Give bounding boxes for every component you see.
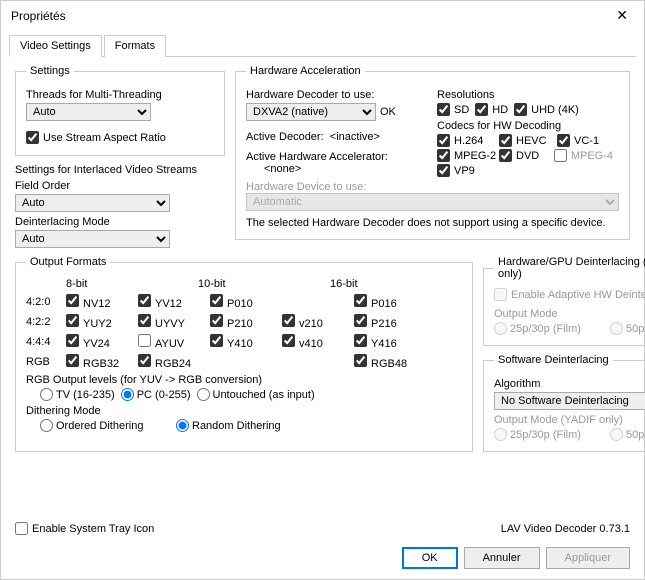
res-hd-checkbox[interactable]: HD: [475, 103, 508, 116]
footer: Enable System Tray Icon LAV Video Decode…: [1, 516, 644, 541]
tab-video-settings[interactable]: Video Settings: [9, 35, 102, 57]
version-label: LAV Video Decoder 0.73.1: [501, 523, 630, 535]
mpeg4-checkbox[interactable]: MPEG-4: [554, 149, 613, 162]
rgb-untouched-radio[interactable]: Untouched (as input): [197, 388, 315, 401]
field-order-select[interactable]: Auto: [15, 194, 170, 212]
p210-checkbox[interactable]: P210: [210, 314, 276, 330]
field-order-label: Field Order: [15, 180, 225, 192]
titlebar: Propriétés ✕: [1, 1, 644, 30]
yv24-checkbox[interactable]: YV24: [66, 334, 132, 350]
row-rgb-label: RGB: [26, 356, 66, 368]
row-444-label: 4:4:4: [26, 336, 66, 348]
random-dithering-radio[interactable]: Random Dithering: [176, 419, 281, 432]
output-formats-group: Output Formats 8-bit10-bit16-bit 4:2:0 N…: [15, 256, 473, 452]
gpu-output-mode-label: Output Mode: [494, 308, 645, 320]
row-422-label: 4:2:2: [26, 316, 66, 328]
apply-button[interactable]: Appliquer: [546, 547, 630, 569]
hw-accel-legend: Hardware Acceleration: [246, 65, 365, 77]
ordered-dithering-radio[interactable]: Ordered Dithering: [40, 419, 170, 432]
adaptive-hw-checkbox: Enable Adaptive HW Deinterlacing: [494, 288, 645, 301]
interlaced-heading: Settings for Interlaced Video Streams: [15, 164, 225, 176]
settings-group: Settings Threads for Multi-Threading Aut…: [15, 65, 225, 156]
sw-deint-group: Software Deinterlacing Algorithm No Soft…: [483, 354, 645, 452]
threads-select[interactable]: Auto: [26, 103, 151, 121]
tray-icon-checkbox[interactable]: Enable System Tray Icon: [15, 522, 154, 535]
yv12-checkbox[interactable]: YV12: [138, 294, 204, 310]
use-stream-ar-checkbox[interactable]: Use Stream Aspect Ratio: [26, 131, 166, 144]
active-decoder-label: Active Decoder:: [246, 131, 324, 143]
resolutions-label: Resolutions: [437, 89, 619, 101]
gpu-deint-legend: Hardware/GPU Deinterlacing (CUVID/QS onl…: [494, 256, 645, 280]
rgb32-checkbox[interactable]: RGB32: [66, 354, 132, 370]
sw-50p-radio: 50p/60p (Video): [610, 428, 645, 441]
threads-label: Threads for Multi-Threading: [26, 89, 214, 101]
v210-checkbox[interactable]: v210: [282, 314, 348, 330]
v410-checkbox[interactable]: v410: [282, 334, 348, 350]
cancel-button[interactable]: Annuler: [464, 547, 540, 569]
sw-deint-legend: Software Deinterlacing: [494, 354, 613, 366]
p010-checkbox[interactable]: P010: [210, 294, 276, 310]
nv12-checkbox[interactable]: NV12: [66, 294, 132, 310]
output-formats-legend: Output Formats: [26, 256, 110, 268]
rgb48-checkbox[interactable]: RGB48: [354, 354, 420, 370]
rgb24-checkbox[interactable]: RGB24: [138, 354, 204, 370]
vp9-checkbox[interactable]: VP9: [437, 164, 475, 177]
p016-checkbox[interactable]: P016: [354, 294, 420, 310]
y410-checkbox[interactable]: Y410: [210, 334, 276, 350]
yadif-output-mode-label: Output Mode (YADIF only): [494, 414, 645, 426]
sw-25p-radio: 25p/30p (Film): [494, 428, 604, 441]
rgb-levels-label: RGB Output levels (for YUV -> RGB conver…: [26, 374, 462, 386]
res-sd-checkbox[interactable]: SD: [437, 103, 469, 116]
dvd-checkbox[interactable]: DVD: [499, 149, 548, 162]
settings-legend: Settings: [26, 65, 74, 77]
hw-device-select: Automatic: [246, 193, 619, 211]
y416-checkbox[interactable]: Y416: [354, 334, 420, 350]
gpu-25p-radio: 25p/30p (Film): [494, 322, 604, 335]
close-icon[interactable]: ✕: [610, 7, 634, 24]
active-decoder-value: <inactive>: [330, 131, 380, 143]
ok-button[interactable]: OK: [402, 547, 458, 569]
hw-device-note: The selected Hardware Decoder does not s…: [246, 217, 619, 229]
hw-decoder-ok: OK: [380, 106, 396, 118]
properties-window: Propriétés ✕ Video Settings Formats Sett…: [0, 0, 645, 580]
active-accel-value: <none>: [264, 163, 427, 175]
hw-decoder-select[interactable]: DXVA2 (native): [246, 103, 376, 121]
dithering-label: Dithering Mode: [26, 405, 462, 417]
deint-mode-label: Deinterlacing Mode: [15, 216, 225, 228]
codecs-label: Codecs for HW Decoding: [437, 120, 619, 132]
uyvy-checkbox[interactable]: UYVY: [138, 314, 204, 330]
tab-strip: Video Settings Formats: [9, 34, 636, 57]
yuy2-checkbox[interactable]: YUY2: [66, 314, 132, 330]
bit-depth-headers: 8-bit10-bit16-bit: [66, 278, 462, 290]
vc1-checkbox[interactable]: VC-1: [557, 134, 599, 147]
mpeg2-checkbox[interactable]: MPEG-2: [437, 149, 493, 162]
dialog-buttons: OK Annuler Appliquer: [1, 541, 644, 579]
hevc-checkbox[interactable]: HEVC: [499, 134, 551, 147]
ayuv-checkbox[interactable]: AYUV: [138, 334, 204, 350]
tab-content: Settings Threads for Multi-Threading Aut…: [1, 57, 644, 516]
window-title: Propriétés: [11, 9, 66, 23]
hw-device-label: Hardware Device to use:: [246, 181, 427, 193]
algorithm-select[interactable]: No Software Deinterlacing: [494, 392, 645, 410]
rgb-pc-radio[interactable]: PC (0-255): [121, 388, 191, 401]
hw-decoder-label: Hardware Decoder to use:: [246, 89, 427, 101]
rgb-tv-radio[interactable]: TV (16-235): [40, 388, 115, 401]
deint-mode-select[interactable]: Auto: [15, 230, 170, 248]
res-uhd-checkbox[interactable]: UHD (4K): [514, 103, 579, 116]
gpu-50p-radio: 50p/60p (Video): [610, 322, 645, 335]
active-accel-label: Active Hardware Accelerator:: [246, 151, 427, 163]
algorithm-label: Algorithm: [494, 378, 645, 390]
row-420-label: 4:2:0: [26, 296, 66, 308]
h264-checkbox[interactable]: H.264: [437, 134, 493, 147]
p216-checkbox[interactable]: P216: [354, 314, 420, 330]
tab-formats[interactable]: Formats: [104, 35, 166, 57]
hw-accel-group: Hardware Acceleration Hardware Decoder t…: [235, 65, 630, 240]
gpu-deint-group: Hardware/GPU Deinterlacing (CUVID/QS onl…: [483, 256, 645, 346]
